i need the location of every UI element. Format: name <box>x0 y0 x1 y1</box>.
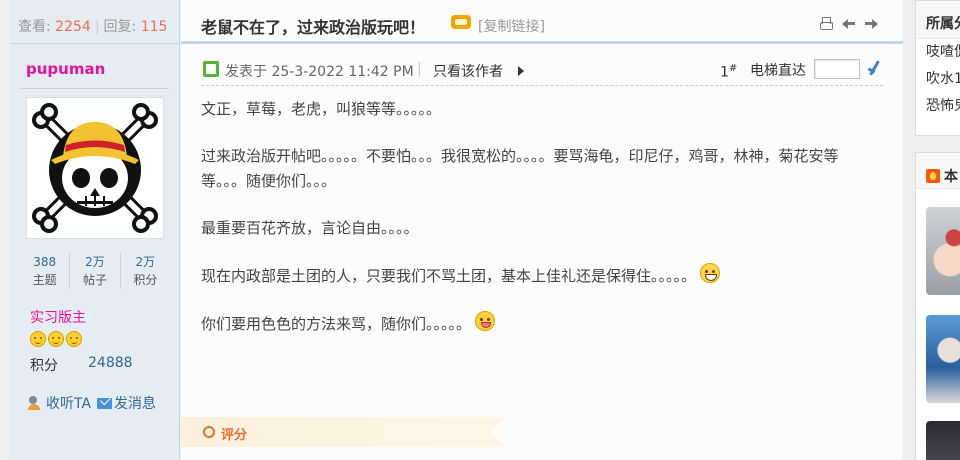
author-stat-credits[interactable]: 2万 积分 <box>121 253 170 289</box>
posted-at: 25-3-2022 11:42 PM <box>271 64 414 80</box>
rate-circle-icon <box>203 426 215 438</box>
floor-jump-go-icon[interactable] <box>865 58 883 78</box>
post-paragraph: 你们要用色色的方法来骂，随你们。。。。。 <box>201 315 472 333</box>
floor-jump-input[interactable] <box>814 59 860 79</box>
follow-label: 收听TA <box>46 396 92 412</box>
tongue-emoji-icon <box>475 311 496 331</box>
author-stat-threads[interactable]: 388 主题 <box>20 253 71 289</box>
author-panel: 查看: 2254 | 回复: 115 pupuman 388 主题 2万 帖子 … <box>10 0 180 460</box>
post-paragraph: 最重要百花齐放，言论自由。。。。 <box>201 219 419 237</box>
hot-threads-box: 本 <box>915 152 960 460</box>
post-main: 老鼠不在了，过来政治版玩吧！ [复制链接] 发表于 25-3-2022 11:4… <box>181 0 903 460</box>
forum-box-title: 所属分 <box>916 1 960 39</box>
floor-jump-label: 电梯直达 <box>750 63 806 79</box>
replies-count: 115 <box>140 19 168 35</box>
forum-box: 所属分 吱喳侃 吹水1 恐怖鬼 <box>915 0 960 136</box>
only-author-link[interactable]: 只看该作者 <box>433 61 503 81</box>
post-date: 发表于 25-3-2022 11:42 PM <box>225 61 414 81</box>
post-paragraph-with-emoji: 你们要用色色的方法来骂，随你们。。。。。 <box>201 311 881 337</box>
mail-icon <box>97 397 113 409</box>
floor-number[interactable]: 1# <box>720 63 737 81</box>
avatar[interactable] <box>26 97 164 239</box>
follow-user-icon <box>28 396 44 410</box>
author-stat-posts[interactable]: 2万 帖子 <box>70 253 121 289</box>
smiley-medal-icon <box>66 331 82 347</box>
send-message-label: 发消息 <box>114 396 157 412</box>
hot-thread-thumbnail[interactable] <box>926 207 960 295</box>
thread-title-bar: 老鼠不在了，过来政治版玩吧！ [复制链接] <box>181 0 903 44</box>
forum-link[interactable]: 吱喳侃 <box>916 39 960 66</box>
author-name-link[interactable]: pupuman <box>26 60 179 80</box>
post-paragraph: 现在内政部是土团的人，只要我们不骂土团，基本上佳礼还是保得住。。。。。 <box>201 267 697 285</box>
thread-title: 老鼠不在了，过来政治版玩吧！ <box>201 18 426 37</box>
thread-tools <box>818 16 879 31</box>
thread-stats: 查看: 2254 | 回复: 115 <box>10 0 179 44</box>
floor-mark: # <box>728 63 738 74</box>
user-level-medals <box>30 331 179 349</box>
stat-label: 积分 <box>133 273 158 287</box>
author-stats: 388 主题 2万 帖子 2万 积分 <box>20 253 170 289</box>
credits-row: 积分 24888 <box>30 355 179 375</box>
right-sidebar: 所属分 吱喳侃 吹水1 恐怖鬼 本 <box>915 0 960 460</box>
follow-button[interactable]: 收听TA <box>28 393 91 413</box>
thread-type-badge-icon <box>451 15 471 29</box>
rate-label: 评分 <box>221 428 248 443</box>
credits-label: 积分 <box>30 358 58 374</box>
post-paragraph: 文正，草莓，老虎，叫狼等等。。。。。 <box>201 100 442 118</box>
print-icon[interactable] <box>818 16 833 31</box>
post-content: 文正，草莓，老虎，叫狼等等。。。。。 过来政治版开帖吧。。。。。不要怕。。。我很… <box>201 97 881 359</box>
grin-emoji-icon <box>700 263 721 283</box>
stat-value: 2万 <box>135 255 156 269</box>
stats-separator: | <box>94 19 100 35</box>
smiley-medal-icon <box>30 331 46 347</box>
stat-value: 388 <box>33 255 57 269</box>
online-status-icon <box>203 61 219 77</box>
caret-right-icon <box>518 66 524 76</box>
hot-box-header: 本 <box>916 153 960 189</box>
post-paragraph: 过来政治版开帖吧。。。。。不要怕。。。我很宽松的。。。。要骂海龟，印尼仔，鸡哥，… <box>201 147 839 190</box>
credits-value: 24888 <box>88 355 133 371</box>
next-thread-icon[interactable] <box>864 16 879 31</box>
send-message-button[interactable]: 发消息 <box>97 393 156 413</box>
hot-thread-thumbnail[interactable] <box>926 421 960 460</box>
views-label: 查看: <box>18 19 51 35</box>
hot-thread-thumbnail[interactable] <box>926 315 960 403</box>
posted-prefix: 发表于 <box>225 64 267 80</box>
copy-link-button[interactable]: [复制链接] <box>478 16 545 36</box>
skull-jolly-roger-avatar-icon <box>27 98 163 238</box>
stat-label: 主题 <box>32 273 57 287</box>
forum-link[interactable]: 吹水1 <box>916 66 960 93</box>
post-meta-bar: 发表于 25-3-2022 11:42 PM | 只看该作者 1# 电梯直达 <box>201 58 883 86</box>
forum-link[interactable]: 恐怖鬼 <box>916 93 960 120</box>
stat-label: 帖子 <box>82 273 107 287</box>
meta-separator: | <box>417 61 422 77</box>
post-paragraph-with-emoji: 现在内政部是土团的人，只要我们不骂土团，基本上佳礼还是保得住。。。。。 <box>201 263 881 289</box>
hot-box-title: 本 <box>944 168 958 185</box>
smiley-medal-icon <box>48 331 64 347</box>
rate-button[interactable]: 评分 <box>181 417 505 447</box>
author-actions: 收听TA 发消息 <box>28 393 179 413</box>
user-group-link[interactable]: 实习版主 <box>30 307 179 327</box>
divider <box>20 88 169 89</box>
floor-value: 1 <box>720 64 729 81</box>
fire-icon <box>926 168 940 183</box>
stat-value: 2万 <box>85 255 105 269</box>
replies-label: 回复: <box>103 19 137 35</box>
prev-thread-icon[interactable] <box>841 16 856 31</box>
views-count: 2254 <box>55 19 91 35</box>
